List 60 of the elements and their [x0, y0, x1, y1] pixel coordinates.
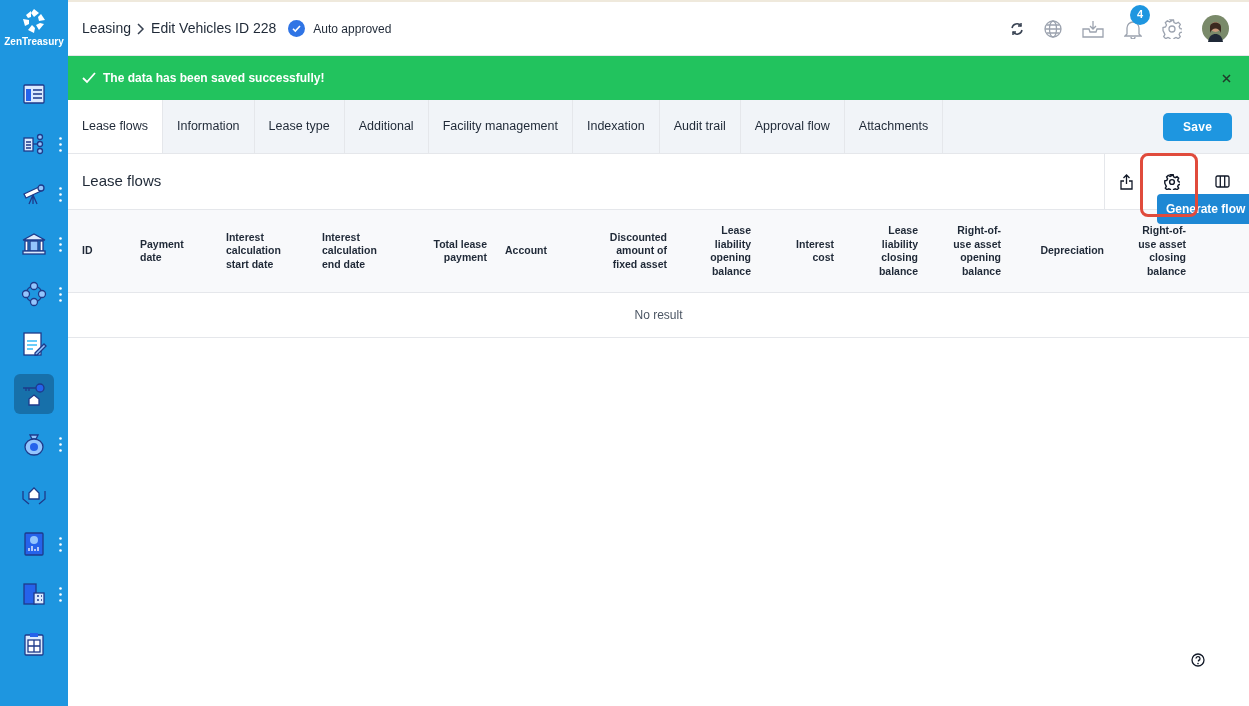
column-header: Lease liability closing balance	[877, 224, 918, 278]
tab[interactable]: Indexation	[572, 100, 660, 153]
table-icon	[21, 81, 47, 107]
toast-message: The data has been saved successfully!	[103, 70, 325, 87]
globe-icon[interactable]	[1044, 19, 1062, 38]
chevron-right-icon	[137, 22, 146, 35]
more-vertical-icon[interactable]	[59, 587, 62, 602]
refresh-icon[interactable]	[1010, 21, 1024, 36]
empty-message: No result	[634, 307, 683, 324]
logo-icon	[22, 8, 46, 34]
column-header: Account	[505, 244, 547, 258]
settings-icon[interactable]	[1163, 173, 1180, 190]
tab[interactable]: Attachments	[844, 100, 944, 153]
tab[interactable]: Approval flow	[740, 100, 845, 153]
column-header: Payment date	[140, 237, 185, 265]
more-vertical-icon[interactable]	[59, 187, 62, 202]
more-vertical-icon[interactable]	[59, 287, 62, 302]
check-icon	[82, 72, 96, 84]
close-icon[interactable]	[1222, 73, 1231, 83]
tab[interactable]: Audit trail	[659, 100, 741, 153]
more-vertical-icon[interactable]	[59, 237, 62, 252]
more-vertical-icon[interactable]	[59, 137, 62, 152]
coins-icon	[21, 281, 47, 307]
sidebar-item[interactable]	[14, 374, 54, 414]
clipboard-icon	[21, 631, 47, 657]
key-house-icon	[21, 381, 47, 407]
column-header: Interest calculation end date	[322, 230, 378, 272]
share-icon[interactable]	[1120, 173, 1133, 190]
telescope-icon	[21, 181, 47, 207]
money-bag-icon	[21, 431, 47, 457]
more-vertical-icon[interactable]	[59, 537, 62, 552]
book-icon	[21, 531, 47, 557]
check-badge-icon	[288, 20, 306, 37]
more-vertical-icon[interactable]	[59, 437, 62, 452]
column-header: Total lease payment	[432, 237, 487, 265]
avatar[interactable]	[1202, 15, 1229, 42]
column-header: Discounted amount of fixed asset	[608, 230, 667, 272]
notification-badge: 4	[1130, 4, 1150, 25]
tab[interactable]: Lease type	[254, 100, 345, 153]
column-header: ID	[82, 244, 93, 258]
help-icon[interactable]	[1191, 653, 1205, 667]
tab[interactable]: Additional	[344, 100, 429, 153]
column-header: Interest cost	[795, 237, 834, 265]
logo-text: ZenTreasury	[4, 37, 64, 47]
page-title: Edit Vehicles ID 228	[151, 19, 277, 38]
columns-icon[interactable]	[1215, 175, 1230, 188]
status-label: Auto approved	[313, 20, 392, 38]
tab[interactable]: Lease flows	[68, 100, 163, 153]
invoice-icon	[21, 331, 47, 357]
column-header: Depreciation	[1040, 244, 1104, 258]
column-header: Interest calculation start date	[226, 230, 282, 272]
column-header: Right-of-use asset closing balance	[1137, 224, 1186, 278]
bank-icon	[21, 231, 47, 257]
breadcrumb-link[interactable]: Leasing	[82, 18, 132, 39]
tab[interactable]: Facility management	[428, 100, 573, 153]
tab[interactable]: Information	[163, 100, 255, 153]
building-icon	[21, 581, 47, 607]
column-header: Lease liability opening balance	[709, 224, 751, 278]
panel-title: Lease flows	[82, 171, 162, 192]
column-header: Right-of-use asset opening balance	[952, 224, 1001, 278]
